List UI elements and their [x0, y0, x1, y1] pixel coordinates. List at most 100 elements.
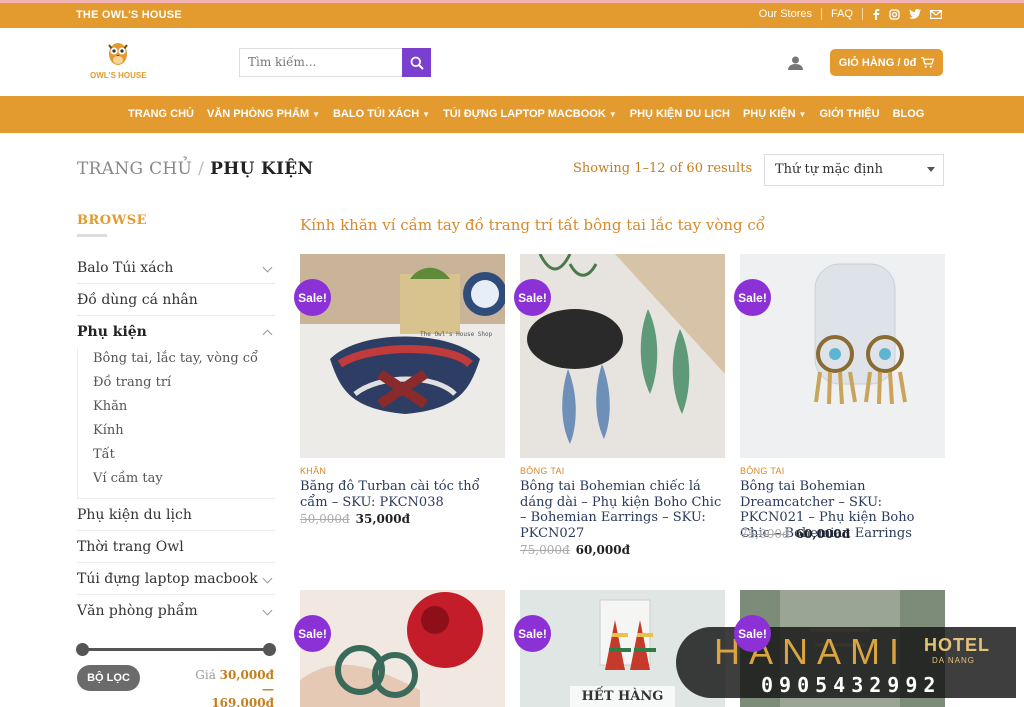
nav-label: BLOG	[892, 108, 925, 120]
chevron-down-icon: ▼	[312, 109, 320, 119]
twitter-icon[interactable]	[909, 9, 921, 19]
sidebar-item-bags[interactable]: Balo Túi xách	[77, 252, 275, 284]
product-price: 50,000đ 35,000đ	[300, 512, 410, 526]
product-name[interactable]: Băng đô Turban cài tóc thổ cẩm – SKU: PK…	[300, 479, 505, 510]
search-icon	[410, 56, 424, 70]
chevron-down-icon[interactable]	[262, 605, 273, 616]
product-name[interactable]: Bông tai Bohemian chiếc lá dáng dài – Ph…	[520, 479, 725, 541]
faq-link[interactable]: FAQ	[831, 8, 853, 20]
subcategory-scarves[interactable]: Khăn	[93, 396, 275, 420]
sale-badge: Sale!	[734, 615, 771, 652]
sidebar-item-label: Đồ dùng cá nhân	[77, 292, 198, 308]
chevron-up-icon[interactable]	[262, 329, 273, 340]
product-category[interactable]: BÔNG TAI	[520, 466, 565, 476]
subcategory-list: Bông tai, lắc tay, vòng cổ Đồ trang trí …	[77, 348, 275, 499]
nav-label: TRANG CHỦ	[128, 108, 194, 120]
price-prefix: Giá	[195, 668, 216, 682]
divider	[862, 8, 863, 20]
product-price: 75,000đ 60,000đ	[520, 543, 630, 557]
top-links: Our Stores FAQ	[759, 8, 942, 20]
chevron-down-icon[interactable]	[262, 262, 273, 273]
sale-badge: Sale!	[734, 279, 771, 316]
site-header: OWL'S HOUSE Tìm kiếm... GIỎ HÀNG / 0đ	[0, 28, 1024, 96]
price-dash: —	[262, 682, 274, 696]
sale-badge: Sale!	[514, 279, 551, 316]
sale-badge: Sale!	[294, 615, 331, 652]
subcategory-socks[interactable]: Tất	[93, 444, 275, 468]
sidebar-item-label: Phụ kiện	[77, 324, 147, 340]
results-count: Showing 1–12 of 60 results	[573, 161, 753, 176]
subcategory-wallets[interactable]: Ví cầm tay	[93, 468, 275, 492]
nav-label: VĂN PHÒNG PHẨM	[207, 108, 310, 120]
breadcrumb-home[interactable]: TRANG CHỦ	[77, 159, 192, 179]
nav-label: GIỚI THIỆU	[819, 108, 880, 120]
price-min: 30,000đ	[219, 668, 274, 682]
top-bar: THE OWL'S HOUSE Our Stores FAQ	[0, 0, 1024, 28]
subcategory-earrings[interactable]: Bông tai, lắc tay, vòng cổ	[93, 348, 275, 372]
price-slider[interactable]	[76, 643, 276, 656]
cart-icon	[921, 57, 935, 68]
our-stores-link[interactable]: Our Stores	[759, 8, 812, 20]
watermark-city: DA NANG	[932, 656, 976, 665]
search-input[interactable]: Tìm kiếm...	[239, 48, 403, 77]
sidebar-item-accessories[interactable]: Phụ kiện	[77, 316, 275, 348]
sidebar-item-owl-fashion[interactable]: Thời trang Owl	[77, 531, 275, 563]
divider	[820, 8, 822, 20]
subcategory-decor[interactable]: Đồ trang trí	[93, 372, 275, 396]
sale-price: 60,000đ	[795, 527, 850, 541]
chevron-down-icon: ▼	[798, 109, 807, 119]
sidebar-item-label: Túi đựng laptop macbook	[77, 571, 258, 587]
sale-price: 60,000đ	[575, 543, 630, 557]
sale-price: 35,000đ	[355, 512, 410, 526]
user-account-icon[interactable]	[788, 55, 803, 74]
sidebar-item-personal[interactable]: Đồ dùng cá nhân	[77, 284, 275, 316]
chevron-down-icon: ▼	[422, 109, 431, 119]
facebook-icon[interactable]	[872, 8, 880, 20]
product-category[interactable]: BÔNG TAI	[740, 466, 785, 476]
product-image[interactable]	[740, 254, 945, 458]
watermark-hotel: HOTEL	[924, 635, 990, 655]
product-image[interactable]: The Owl's House Shop	[300, 254, 505, 458]
email-icon[interactable]	[930, 9, 942, 19]
product-image[interactable]	[520, 254, 725, 458]
filter-button[interactable]: BỘ LỌC	[77, 665, 140, 691]
chevron-down-icon[interactable]	[262, 573, 273, 584]
sidebar-item-label: Phụ kiện du lịch	[77, 507, 192, 523]
product-card[interactable]: Sale!	[294, 590, 505, 707]
nav-blog[interactable]: BLOG	[893, 108, 925, 120]
price-slider-max-handle[interactable]	[263, 643, 276, 656]
sidebar-item-label: Balo Túi xách	[77, 260, 174, 276]
nav-label: PHỤ KIỆN DU LỊCH	[629, 108, 730, 120]
sidebar-item-laptop-bags[interactable]: Túi đựng laptop macbook	[77, 563, 275, 595]
instagram-icon[interactable]	[889, 8, 900, 20]
search-button[interactable]	[402, 48, 431, 77]
price-range-label: Giá 30,000đ —169,000đ	[186, 668, 274, 707]
subcategory-glasses[interactable]: Kính	[93, 420, 275, 444]
cart-button[interactable]: GIỎ HÀNG / 0đ	[830, 49, 943, 76]
old-price: 50,000đ	[300, 512, 350, 526]
sidebar-title: BROWSE	[77, 213, 148, 228]
nav-travel[interactable]: PHỤ KIỆN DU LỊCH	[630, 108, 730, 120]
cart-label: GIỎ HÀNG / 0đ	[838, 56, 917, 69]
old-price: 75,000đ	[520, 543, 570, 557]
sidebar-item-stationery[interactable]: Văn phòng phẩm	[77, 595, 275, 627]
sale-badge: Sale!	[294, 279, 331, 316]
sidebar-item-label: Thời trang Owl	[77, 539, 184, 555]
top-brand[interactable]: THE OWL'S HOUSE	[76, 9, 182, 21]
divider	[77, 234, 107, 237]
sort-select[interactable]: Thứ tự mặc định	[764, 154, 944, 186]
product-image[interactable]	[300, 590, 505, 707]
nav-about[interactable]: GIỚI THIỆU	[819, 108, 879, 120]
product-category[interactable]: KHĂN	[300, 466, 326, 476]
nav-stationery[interactable]: VĂN PHÒNG PHẨM ▼	[207, 108, 320, 120]
nav-bags[interactable]: BALO TÚI XÁCH ▼	[333, 108, 430, 120]
price-slider-min-handle[interactable]	[76, 643, 89, 656]
nav-accessories[interactable]: PHỤ KIỆN ▼	[743, 108, 806, 120]
sidebar-item-travel[interactable]: Phụ kiện du lịch	[77, 499, 275, 531]
sidebar-item-label: Văn phòng phẩm	[77, 603, 198, 619]
breadcrumb: TRANG CHỦ / PHỤ KIỆN	[77, 159, 313, 179]
nav-home[interactable]: TRANG CHỦ	[128, 108, 194, 120]
nav-laptop-bags[interactable]: TÚI ĐỰNG LAPTOP MACBOOK ▼	[443, 108, 617, 120]
out-of-stock-label: HẾT HÀNG	[570, 686, 675, 707]
owl-logo[interactable]: OWL'S HOUSE	[88, 38, 150, 88]
